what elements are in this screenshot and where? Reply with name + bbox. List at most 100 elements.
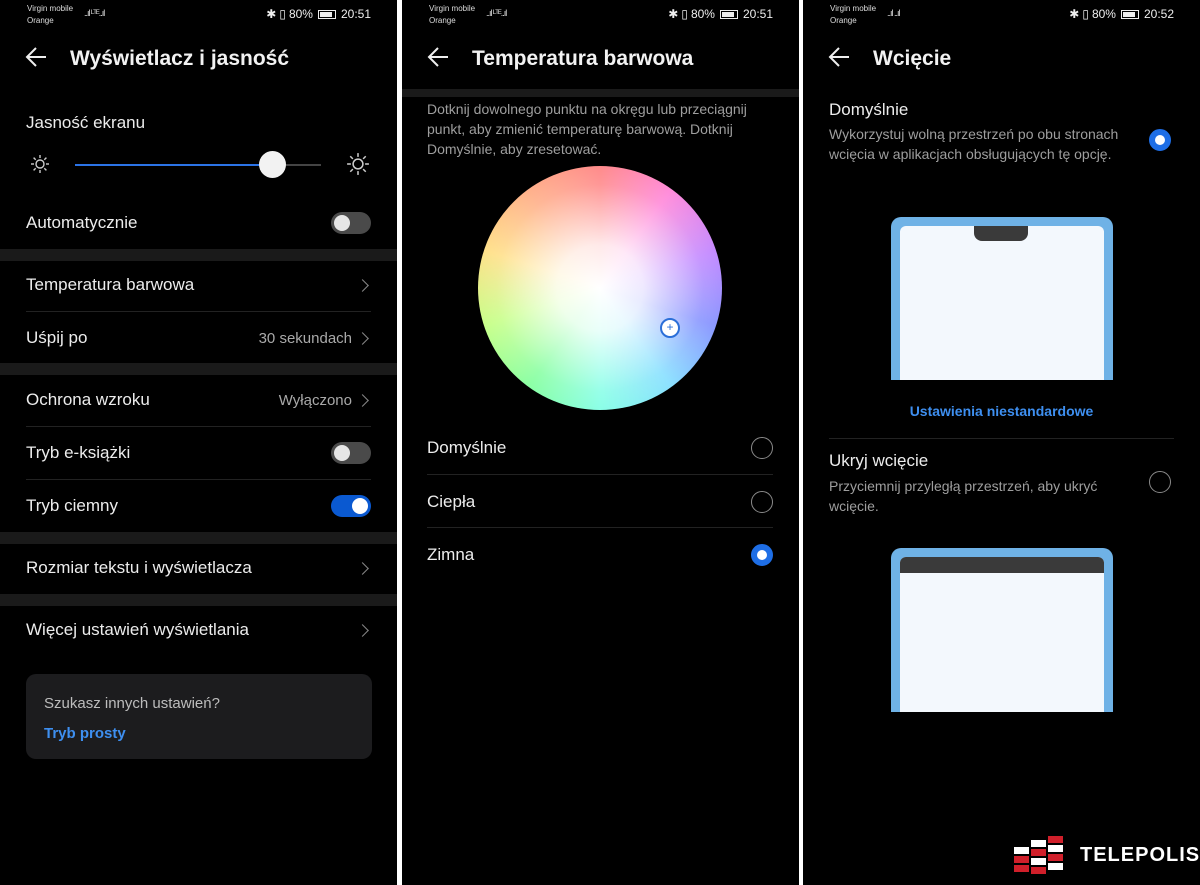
dark-mode-toggle[interactable]: [331, 495, 371, 517]
carrier-name-2: Orange: [27, 16, 54, 25]
radio-warm[interactable]: [751, 490, 773, 513]
option-hide-title[interactable]: Ukryj wcięcie: [829, 451, 928, 471]
carrier-name-1: Virgin mobile: [27, 4, 74, 13]
vibrate-icon: ▯: [1082, 7, 1089, 21]
signal-icon: ..ıl ..ıl: [887, 8, 900, 18]
settings-item-ebook-mode[interactable]: Tryb e-książki: [26, 427, 371, 479]
settings-item-sleep[interactable]: Uśpij po 30 sekundach: [26, 312, 371, 364]
settings-item-text-size[interactable]: Rozmiar tekstu i wyświetlacza: [26, 542, 371, 594]
option-label: Zimna: [427, 544, 475, 564]
bluetooth-icon: ✱: [1069, 7, 1080, 21]
carrier-info: Virgin mobile Orange: [830, 3, 876, 27]
chevron-right-icon: [356, 278, 369, 292]
clock: 20:51: [340, 7, 371, 21]
back-arrow-icon[interactable]: [24, 44, 54, 74]
other-settings-card: Szukasz innych ustawień? Tryb prosty: [26, 674, 372, 759]
carrier-name-2: Orange: [429, 16, 456, 25]
auto-brightness-toggle[interactable]: [331, 212, 371, 234]
radio-default[interactable]: [751, 436, 773, 459]
app-header: Temperatura barwowa: [402, 30, 799, 90]
settings-item-color-temperature[interactable]: Temperatura barwowa: [26, 259, 371, 311]
section-divider: [402, 89, 799, 97]
status-bar: Virgin mobile Orange ..ıl ᴸᵀᴱ..ıl ✱ ▯ 80…: [402, 0, 799, 30]
battery-percent: 80%: [1091, 7, 1116, 21]
chevron-right-icon: [356, 331, 369, 345]
auto-brightness-label: Automatycznie: [26, 213, 138, 232]
notch-screen: Virgin mobile Orange ..ıl ..ıl ✱ ▯ 80% 2…: [803, 0, 1200, 885]
settings-item-more-display[interactable]: Więcej ustawień wyświetlania: [26, 604, 371, 656]
logo-block: [1031, 840, 1046, 847]
preview-notch: [974, 226, 1028, 241]
logo-block: [1031, 849, 1046, 856]
battery-icon: [719, 9, 738, 19]
logo-block: [1048, 863, 1063, 870]
option-default-title[interactable]: Domyślnie: [829, 100, 908, 120]
settings-item-eye-comfort[interactable]: Ochrona wzroku Wyłączono: [26, 374, 371, 426]
chevron-right-icon: [356, 561, 369, 575]
color-wheel[interactable]: +: [478, 166, 722, 410]
carrier-info: Virgin mobile Orange: [27, 3, 73, 27]
logo-block: [1048, 854, 1063, 861]
option-warm[interactable]: Ciepła: [427, 475, 773, 528]
preview-screen: [900, 226, 1104, 380]
toggle-knob: [352, 498, 368, 514]
preview-black-bar: [900, 557, 1104, 573]
radio-default[interactable]: [1149, 129, 1171, 151]
item-value: Wyłączono: [278, 391, 352, 409]
item-label: Temperatura barwowa: [26, 275, 195, 294]
sun-small-icon: [31, 155, 49, 173]
item-label: Rozmiar tekstu i wyświetlacza: [26, 558, 252, 577]
custom-settings-link[interactable]: Ustawienia niestandardowe: [803, 403, 1200, 419]
chevron-right-icon: [356, 393, 369, 407]
telepolis-logo: TELEPOLIS: [1012, 836, 1199, 876]
status-right: ✱ ▯ 80% 20:52: [1069, 7, 1174, 21]
telepolis-wordmark: TELEPOLIS: [1080, 844, 1200, 866]
carrier-info: Virgin mobile Orange: [429, 3, 475, 27]
carrier-name-1: Virgin mobile: [429, 4, 476, 13]
status-bar: Virgin mobile Orange ..ıl ᴸᵀᴱ..ıl ✱ ▯ 80…: [0, 0, 397, 30]
settings-item-dark-mode[interactable]: Tryb ciemny: [26, 480, 371, 532]
app-header: Wcięcie: [803, 30, 1200, 90]
signal-icon: ..ıl ᴸᵀᴱ..ıl: [486, 8, 507, 18]
color-wheel-marker[interactable]: +: [660, 318, 680, 338]
logo-block: [1014, 856, 1029, 863]
vibrate-icon: ▯: [681, 7, 688, 21]
logo-block: [1014, 865, 1029, 872]
ebook-mode-toggle[interactable]: [331, 442, 371, 464]
simple-mode-link[interactable]: Tryb prosty: [44, 725, 126, 742]
item-label: Ochrona wzroku: [26, 390, 150, 409]
logo-block: [1014, 847, 1029, 854]
brightness-slider[interactable]: [75, 151, 321, 178]
back-arrow-icon[interactable]: [827, 44, 857, 74]
radio-hide[interactable]: [1149, 471, 1171, 493]
option-default[interactable]: Domyślnie: [427, 421, 773, 474]
page-title: Temperatura barwowa: [472, 47, 694, 70]
brightness-slider-fill: [75, 164, 272, 166]
clock: 20:51: [742, 7, 773, 21]
item-label: Tryb ciemny: [26, 496, 118, 515]
vibrate-icon: ▯: [279, 7, 286, 21]
status-right: ✱ ▯ 80% 20:51: [266, 7, 371, 21]
logo-block: [1031, 867, 1046, 874]
battery-icon: [1120, 9, 1139, 19]
option-cold[interactable]: Zimna: [427, 528, 773, 581]
battery-icon: [317, 9, 336, 19]
page-title: Wcięcie: [873, 47, 952, 70]
signal-icon: ..ıl ᴸᵀᴱ..ıl: [84, 8, 105, 18]
notch-preview-hidden: [891, 548, 1113, 712]
battery-percent: 80%: [690, 7, 715, 21]
radio-cold[interactable]: [751, 543, 773, 566]
color-wheel-gradient: [478, 166, 722, 410]
app-header: Wyświetlacz i jasność: [0, 30, 397, 90]
auto-brightness-row[interactable]: Automatycznie: [26, 197, 371, 249]
color-temp-description: Dotknij dowolnego punktu na okręgu lub p…: [427, 101, 747, 157]
chevron-right-icon: [356, 623, 369, 637]
option-label: Domyślnie: [427, 437, 507, 457]
clock: 20:52: [1143, 7, 1174, 21]
back-arrow-icon[interactable]: [426, 44, 456, 74]
toggle-knob: [334, 445, 350, 461]
preview-screen: [900, 557, 1104, 712]
item-label: Uśpij po: [26, 328, 88, 347]
brightness-slider-thumb[interactable]: [258, 151, 286, 178]
notch-preview-default: [891, 217, 1113, 380]
